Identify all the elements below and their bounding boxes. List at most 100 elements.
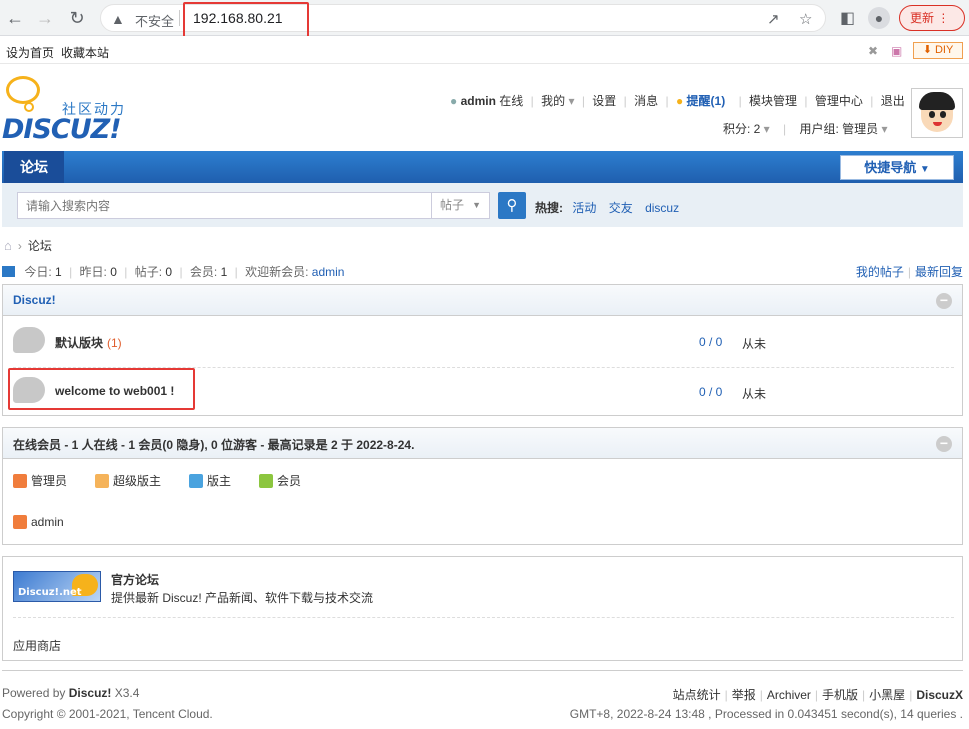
online-username[interactable]: admin	[31, 515, 64, 529]
search-type-select[interactable]: 帖子 ▼	[431, 192, 490, 219]
home-icon[interactable]: ⌂	[4, 238, 12, 253]
credits-link[interactable]: 积分: 2	[723, 122, 760, 136]
super-mod-icon	[95, 474, 109, 488]
online-status: 在线	[499, 94, 524, 108]
hot-search-label: 热搜:	[535, 201, 563, 215]
warning-triangle-icon: ▲	[111, 11, 125, 27]
caret-down-icon: ▼	[919, 164, 930, 175]
diy-arrow-icon: ⬇	[922, 44, 932, 56]
bookmark-set-home[interactable]: 设为首页	[6, 44, 54, 61]
forum-threads-posts: 0 / 0	[699, 335, 723, 349]
messages-link[interactable]: 消息	[634, 94, 658, 108]
search-button[interactable]: ⚲	[498, 192, 526, 219]
discuzx-link[interactable]: DiscuzX	[916, 688, 963, 702]
stat-value: 1	[55, 265, 62, 279]
collapse-icon[interactable]: −	[936, 293, 952, 309]
forward-arrow-icon[interactable]: →	[34, 7, 56, 29]
online-header: 在线会员 - 1 人在线 - 1 会员(0 隐身), 0 位游客 - 最高记录是…	[3, 428, 962, 459]
stat-label: 今日:	[24, 265, 52, 279]
footer-link[interactable]: 举报	[732, 688, 756, 702]
pipe: |	[759, 688, 763, 702]
powered-by: Powered by Discuz! X3.4	[2, 686, 139, 700]
pipe: |	[862, 688, 866, 702]
hot-keyword[interactable]: discuz	[645, 201, 679, 215]
pipe: |	[738, 94, 742, 108]
share-icon[interactable]: ↗	[767, 10, 780, 28]
logo-bubble-small-icon	[24, 102, 34, 112]
module-manage-link[interactable]: 模块管理	[749, 94, 797, 108]
official-logo[interactable]: Discuz!.net	[13, 571, 101, 602]
pipe: |	[724, 688, 728, 702]
settings-link[interactable]: 设置	[592, 94, 616, 108]
search-input[interactable]	[17, 192, 431, 219]
bookmark-favorite[interactable]: 收藏本站	[61, 44, 109, 61]
collapse-icon[interactable]: −	[936, 436, 952, 452]
moderator-icon	[189, 474, 203, 488]
footer-link[interactable]: 站点统计	[673, 688, 721, 702]
avatar-eye	[929, 111, 935, 118]
pipe: |	[804, 94, 808, 108]
hot-search: 热搜: 活动 交友 discuz	[535, 199, 688, 216]
pipe: |	[234, 265, 238, 279]
palette-icon[interactable]: ▣	[891, 44, 902, 58]
back-arrow-icon[interactable]: ←	[4, 7, 26, 29]
official-desc: 提供最新 Discuz! 产品新闻、软件下载与技术交流	[111, 591, 374, 605]
username-link[interactable]: admin	[461, 94, 496, 108]
powered-brand-link[interactable]: Discuz!	[69, 686, 112, 700]
stat-value: 0	[110, 265, 117, 279]
avatar[interactable]	[911, 88, 963, 138]
my-posts-link[interactable]: 我的帖子	[856, 265, 904, 279]
star-icon[interactable]: ☆	[799, 10, 812, 28]
footer-link[interactable]: 小黑屋	[869, 688, 905, 702]
legend-label: 超级版主	[113, 474, 162, 488]
admin-center-link[interactable]: 管理中心	[815, 94, 863, 108]
app-store-link[interactable]: 应用商店	[13, 637, 61, 654]
search-icon: ⚲	[506, 197, 518, 214]
reminder-link[interactable]: 提醒(1)	[687, 94, 726, 108]
diy-button[interactable]: ⬇ DIY	[913, 42, 963, 59]
usergroup-link[interactable]: 用户组: 管理员	[800, 122, 879, 136]
update-button[interactable]: 更新 ⋮	[899, 5, 965, 31]
legend-admin: 管理员	[13, 472, 67, 489]
forum-last-post: 从未	[742, 387, 767, 401]
quick-nav-button[interactable]: 快捷导航 ▼	[840, 155, 954, 180]
logout-link[interactable]: 退出	[881, 94, 905, 108]
legend-super-mod: 超级版主	[95, 472, 161, 489]
my-menu[interactable]: 我的	[541, 94, 565, 108]
pipe: |	[907, 265, 911, 279]
reload-icon[interactable]: ↻	[66, 7, 88, 29]
forum-name[interactable]: 默认版块 (1)	[55, 334, 122, 351]
pipe: |	[623, 94, 627, 108]
search-bar: 帖子 ▼ ⚲ 热搜: 活动 交友 discuz	[2, 183, 963, 227]
sidebar-icon[interactable]: ◧	[840, 8, 855, 28]
official-title[interactable]: 官方论坛	[111, 571, 159, 588]
tab-forum[interactable]: 论坛	[4, 151, 64, 183]
new-member-link[interactable]: admin	[312, 265, 345, 279]
avatar-hair	[919, 92, 955, 110]
hot-keyword[interactable]: 活动	[572, 201, 596, 215]
footer-link[interactable]: Archiver	[767, 688, 811, 702]
profile-icon[interactable]: ●	[868, 7, 890, 29]
official-links: Discuz!.net 官方论坛 提供最新 Discuz! 产品新闻、软件下载与…	[2, 556, 963, 661]
legend-label: 会员	[277, 474, 302, 488]
url-text[interactable]: 192.168.80.21	[193, 10, 283, 26]
avatar-eye	[940, 111, 946, 118]
chevron-right-icon: ›	[17, 239, 22, 253]
site-logo[interactable]: 社区动力 DISCUZ!	[2, 76, 136, 145]
forum-stats: 今日: 1 | 昨日: 0 | 帖子: 0 | 会员: 1 | 欢迎新会员: a…	[2, 263, 344, 280]
search-type-label: 帖子	[440, 198, 465, 212]
logo-brand: DISCUZ!	[2, 114, 122, 145]
category-title[interactable]: Discuz!	[13, 293, 56, 307]
latest-reply-link[interactable]: 最新回复	[915, 265, 963, 279]
pipe: |	[665, 94, 669, 108]
breadcrumb-current[interactable]: 论坛	[28, 239, 52, 253]
hot-keyword[interactable]: 交友	[609, 201, 633, 215]
forum-title[interactable]: 默认版块	[55, 336, 103, 350]
online-user[interactable]: admin	[13, 515, 64, 529]
legend-mod: 版主	[189, 472, 231, 489]
version: X3.4	[114, 686, 140, 700]
cross-arrows-icon[interactable]: ✖	[868, 44, 878, 58]
more-vert-icon: ⋮	[937, 11, 950, 25]
address-bar[interactable]: ▲ 不安全 192.168.80.21 ↗ ☆	[100, 2, 826, 38]
footer-link[interactable]: 手机版	[822, 688, 858, 702]
